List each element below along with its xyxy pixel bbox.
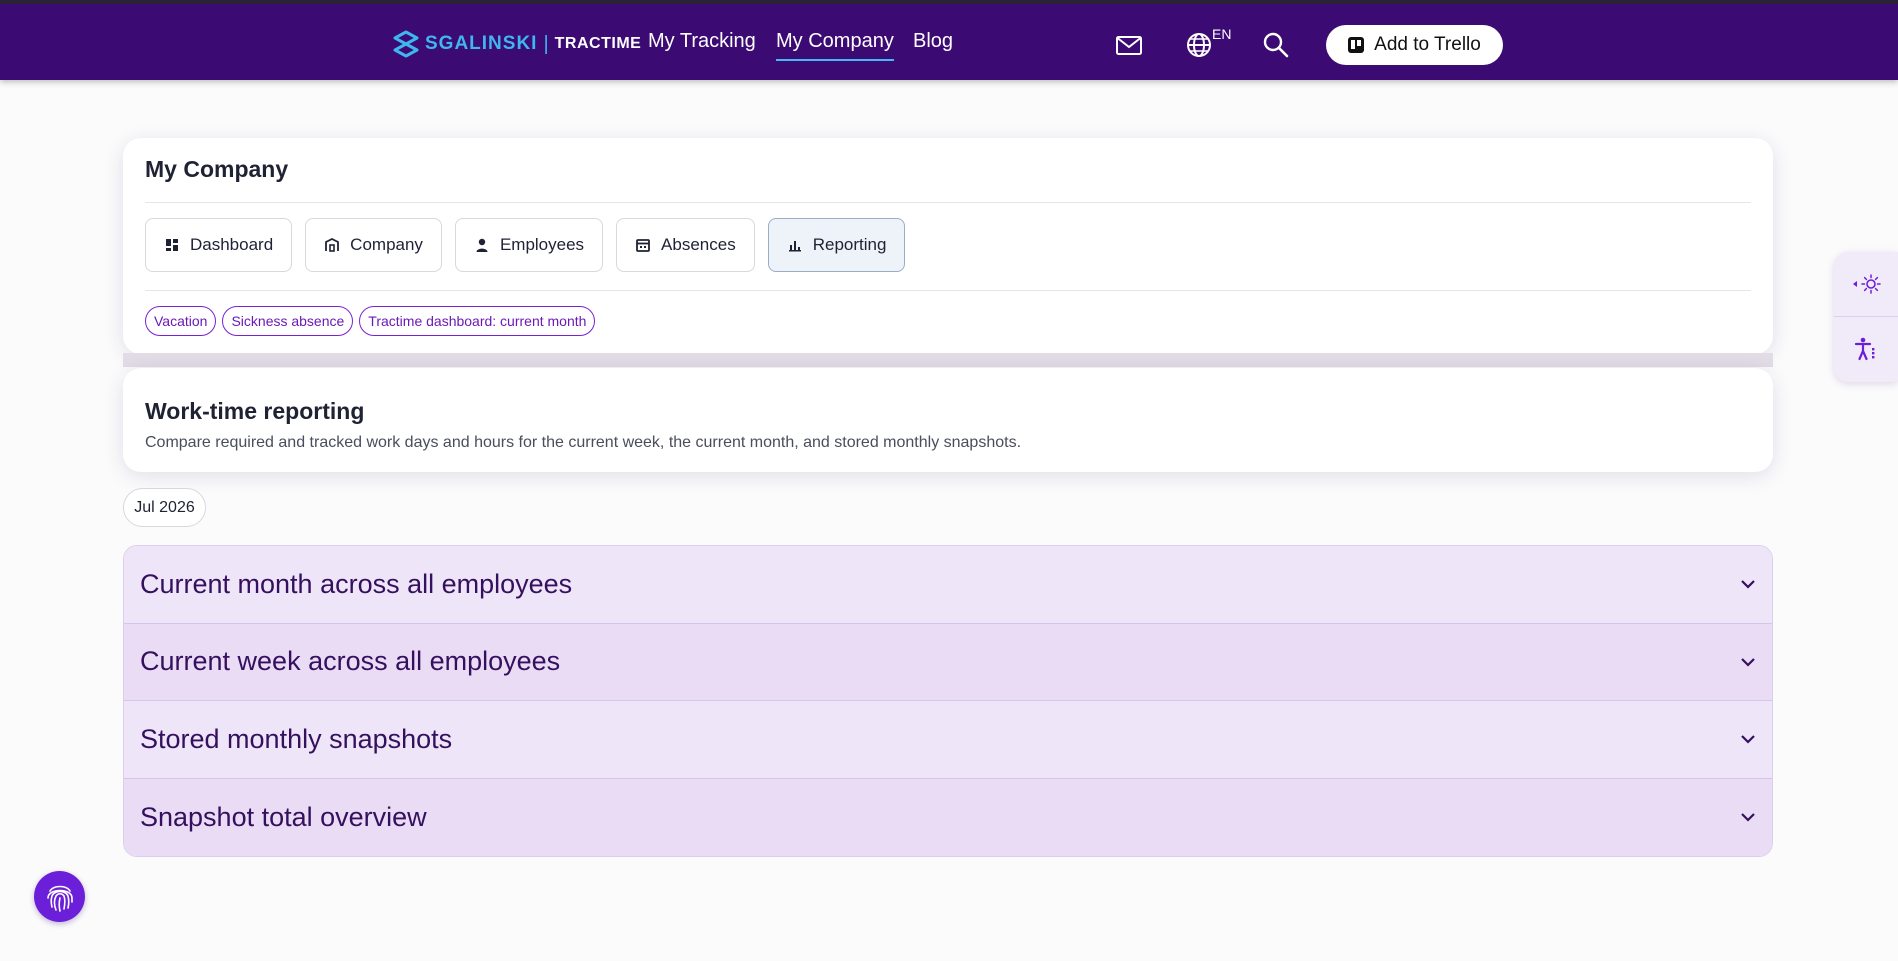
chevron-down-icon <box>1741 657 1755 667</box>
tab-employees[interactable]: Employees <box>454 218 604 272</box>
add-to-trello-button[interactable]: Add to Trello <box>1326 25 1503 65</box>
search-icon[interactable] <box>1261 30 1291 60</box>
chevron-down-icon <box>1741 580 1755 589</box>
accordion-label: Snapshot total overview <box>140 801 427 832</box>
accordion-current-month[interactable]: Current month across all employees <box>124 546 1772 624</box>
logo[interactable]: SGALINSKI | TRACTIME <box>392 28 641 60</box>
accessibility-icon <box>1854 337 1875 361</box>
add-to-trello-label: Add to Trello <box>1374 34 1481 55</box>
company-card: My Company Dashboard Company Employees A… <box>123 138 1773 354</box>
report-header-card: Work-time reporting Compare required and… <box>123 368 1773 472</box>
chevron-down-icon <box>1741 813 1755 822</box>
calendar-icon <box>636 239 650 252</box>
tab-label: Employees <box>499 235 585 254</box>
quick-links: Vacation Sickness absence Tractime dashb… <box>145 306 596 336</box>
accordion-label: Current week across all employees <box>140 646 561 677</box>
month-filter[interactable]: Jul 2026 <box>123 488 206 527</box>
accordion-snapshot-total[interactable]: Snapshot total overview <box>124 778 1772 856</box>
person-icon <box>476 238 488 252</box>
tab-absences[interactable]: Absences <box>616 218 755 272</box>
tab-company[interactable]: Company <box>305 218 442 272</box>
report-description: Compare required and tracked work days a… <box>145 434 1022 451</box>
tab-label: Dashboard <box>190 235 274 254</box>
fingerprint-icon <box>46 885 73 912</box>
chip-sickness-absence[interactable]: Sickness absence <box>222 306 354 336</box>
bar-chart-icon <box>788 241 801 252</box>
logo-mark-icon <box>393 30 419 58</box>
accordion-label: Current month across all employees <box>140 568 573 599</box>
chip-vacation[interactable]: Vacation <box>145 306 217 336</box>
side-widget <box>1834 252 1898 382</box>
tab-dashboard[interactable]: Dashboard <box>145 218 293 272</box>
logo-brand: SGALINSKI <box>425 33 538 54</box>
dashboard-icon <box>166 239 178 251</box>
navbar: SGALINSKI | TRACTIME My Tracking My Comp… <box>0 4 1898 80</box>
chevron-down-icon <box>1741 735 1755 744</box>
tab-reporting[interactable]: Reporting <box>767 218 906 272</box>
report-title: Work-time reporting <box>145 398 365 424</box>
globe-icon[interactable] <box>1184 30 1214 60</box>
report-accordion: Current month across all employees Curre… <box>123 545 1773 857</box>
logo-product: TRACTIME <box>554 35 642 52</box>
privacy-settings-button[interactable] <box>34 871 85 922</box>
tab-label: Company <box>350 235 423 254</box>
tab-label: Reporting <box>812 235 887 254</box>
theme-toggle[interactable] <box>1834 252 1898 316</box>
building-icon <box>325 237 340 252</box>
chip-tractime-dashboard[interactable]: Tractime dashboard: current month <box>359 306 596 336</box>
accordion-label: Stored monthly snapshots <box>140 723 453 754</box>
sun-icon <box>1853 274 1881 294</box>
trello-icon <box>1348 37 1365 53</box>
tab-label: Absences <box>661 235 736 254</box>
nav-blog[interactable]: Blog <box>913 30 953 53</box>
mail-icon[interactable] <box>1114 30 1144 60</box>
company-title: My Company <box>145 156 289 182</box>
company-tabs: Dashboard Company Employees Absences Rep… <box>145 218 906 272</box>
language-label[interactable]: EN <box>1212 26 1231 42</box>
divider <box>145 202 1751 203</box>
logo-separator: | <box>543 32 549 55</box>
accessibility-button[interactable] <box>1834 317 1898 381</box>
accordion-stored-snapshots[interactable]: Stored monthly snapshots <box>124 701 1772 779</box>
nav-my-company[interactable]: My Company <box>776 30 894 61</box>
section-band <box>123 353 1773 367</box>
nav-my-tracking[interactable]: My Tracking <box>648 30 756 53</box>
divider <box>145 290 1751 291</box>
accordion-current-week[interactable]: Current week across all employees <box>124 623 1772 701</box>
